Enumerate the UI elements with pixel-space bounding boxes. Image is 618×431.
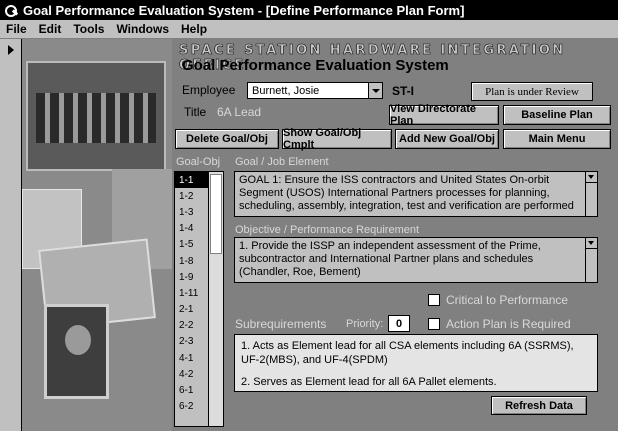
list-item[interactable]: 1-4 — [175, 221, 209, 237]
priority-label: Priority: — [346, 318, 384, 330]
goal-obj-label: Goal-Obj — [176, 156, 221, 168]
subreq-item-2: 2. Serves as Element lead for all 6A Pal… — [241, 376, 497, 388]
employee-grade: ST-I — [392, 84, 415, 98]
view-directorate-plan-button[interactable]: View Directorate Plan — [389, 103, 499, 127]
plan-status-badge: Plan is under Review — [471, 82, 593, 101]
team-photo — [26, 61, 166, 171]
list-item[interactable]: 2-3 — [175, 334, 209, 350]
list-item[interactable]: 1-11 — [175, 285, 209, 301]
list-item[interactable]: 4-2 — [175, 366, 209, 382]
chevron-down-icon[interactable] — [368, 83, 382, 98]
title-value: 6A Lead — [217, 105, 262, 119]
portrait-photo — [44, 304, 109, 399]
goal-text[interactable]: GOAL 1: Ensure the ISS contractors and U… — [234, 171, 598, 217]
goal-label: Goal / Job Element — [235, 156, 329, 168]
goal-obj-list[interactable]: 1-1 1-2 1-3 1-4 1-5 1-8 1-9 1-11 2-1 2-2… — [174, 171, 224, 427]
list-scrollbar[interactable] — [208, 172, 223, 426]
list-item[interactable]: 2-2 — [175, 318, 209, 334]
subreq-text[interactable]: 1. Acts as Element lead for all CSA elem… — [234, 334, 598, 392]
delete-goal-button[interactable]: Delete Goal/Obj — [175, 129, 279, 149]
list-item[interactable]: 1-3 — [175, 204, 209, 220]
record-selector[interactable] — [0, 39, 22, 431]
title-bar: Goal Performance Evaluation System - [De… — [0, 0, 618, 20]
list-item[interactable]: 1-5 — [175, 237, 209, 253]
subreq-label: Subrequirements — [235, 317, 327, 331]
list-item[interactable]: 6-2 — [175, 399, 209, 415]
list-item[interactable]: 1-2 — [175, 188, 209, 204]
menu-windows[interactable]: Windows — [110, 22, 175, 36]
action-plan-checkbox[interactable] — [428, 318, 440, 330]
refresh-data-button[interactable]: Refresh Data — [491, 396, 587, 415]
objective-text-value: 1. Provide the ISSP an independent asses… — [239, 240, 541, 278]
goal-obj-items: 1-1 1-2 1-3 1-4 1-5 1-8 1-9 1-11 2-1 2-2… — [175, 172, 209, 415]
objective-text[interactable]: 1. Provide the ISSP an independent asses… — [234, 237, 598, 283]
list-item[interactable]: 4-1 — [175, 350, 209, 366]
record-pointer-icon — [8, 45, 14, 55]
employee-label: Employee — [182, 83, 236, 97]
goal-scrollbar[interactable] — [585, 172, 597, 216]
menu-bar: File Edit Tools Windows Help — [0, 20, 618, 39]
scroll-thumb[interactable] — [210, 174, 222, 254]
critical-checkbox[interactable] — [428, 294, 440, 306]
app-icon — [4, 3, 18, 17]
menu-help[interactable]: Help — [175, 22, 213, 36]
employee-select[interactable]: Burnett, Josie — [247, 82, 383, 99]
photo-collage — [22, 39, 172, 431]
baseline-plan-button[interactable]: Baseline Plan — [503, 105, 611, 125]
show-goal-complete-button[interactable]: Show Goal/Obj Cmplt — [282, 127, 392, 151]
main-menu-button[interactable]: Main Menu — [503, 129, 611, 149]
menu-edit[interactable]: Edit — [33, 22, 68, 36]
objective-label: Objective / Performance Requirement — [235, 224, 420, 236]
list-item[interactable]: 2-1 — [175, 302, 209, 318]
list-item[interactable]: 1-1 — [175, 172, 209, 189]
window-title: Goal Performance Evaluation System - [De… — [23, 2, 465, 18]
list-item[interactable]: 1-8 — [175, 253, 209, 269]
system-title: Goal Performance Evaluation System — [182, 57, 449, 74]
list-item[interactable]: 6-1 — [175, 382, 209, 398]
objective-scrollbar[interactable] — [585, 238, 597, 282]
employee-value: Burnett, Josie — [252, 84, 320, 97]
menu-file[interactable]: File — [0, 22, 33, 36]
list-item[interactable]: 1-9 — [175, 269, 209, 285]
priority-input[interactable]: 0 — [388, 315, 410, 332]
goal-text-value: GOAL 1: Ensure the ISS contractors and U… — [239, 174, 574, 212]
scroll-up-icon[interactable] — [586, 238, 597, 249]
menu-tools[interactable]: Tools — [67, 22, 110, 36]
critical-label: Critical to Performance — [446, 293, 569, 307]
performance-plan-form: SPACE STATION HARDWARE INTEGRATION OFFIC… — [22, 39, 618, 431]
action-plan-label: Action Plan is Required — [446, 317, 571, 331]
subreq-item-1: 1. Acts as Element lead for all CSA elem… — [241, 340, 574, 366]
scroll-up-icon[interactable] — [586, 172, 597, 183]
add-goal-button[interactable]: Add New Goal/Obj — [395, 129, 499, 149]
title-label: Title — [184, 105, 207, 119]
